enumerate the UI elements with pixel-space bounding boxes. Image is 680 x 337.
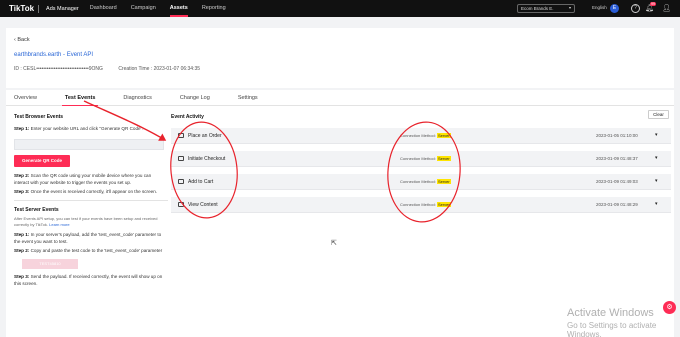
test-code-button[interactable]: TEST45810 <box>22 259 78 269</box>
back-label: Back <box>17 37 30 43</box>
main-card: Overview Test Events Diagnostics Change … <box>6 90 674 337</box>
tiktok-logo[interactable]: TikTok <box>9 4 34 13</box>
avatar[interactable]: E <box>610 4 619 13</box>
account-selector[interactable]: Ecom Brands E. ▾ <box>517 4 575 13</box>
server-step-2: Step 2: Copy and paste the test code to … <box>14 248 163 253</box>
event-name: View Content <box>188 202 218 208</box>
tab-change-log[interactable]: Change Log <box>180 90 210 105</box>
add-to-cart-icon <box>178 179 184 184</box>
logo-divider <box>38 4 40 13</box>
event-name: Add to Cart <box>188 179 214 185</box>
main-nav: Dashboard Campaign Assets Reporting <box>90 0 240 17</box>
view-content-icon <box>178 202 184 207</box>
event-time: 2023-01-09 01:48:29 <box>596 202 638 207</box>
tab-bar: Overview Test Events Diagnostics Change … <box>6 90 674 106</box>
server-events-title: Test Server Events <box>14 207 59 213</box>
website-url-input[interactable] <box>14 139 164 150</box>
event-row[interactable]: Place an Order Connection Method: Server… <box>171 128 671 144</box>
user-icon[interactable]: 👤︎ <box>662 4 671 13</box>
nav-campaign[interactable]: Campaign <box>131 0 156 17</box>
generate-qr-code-button[interactable]: Generate QR Code <box>14 155 70 167</box>
browser-events-title: Test Browser Events <box>14 114 64 120</box>
chevron-down-icon: ▾ <box>568 5 571 10</box>
tab-diagnostics[interactable]: Diagnostics <box>123 90 151 105</box>
help-icon[interactable]: ? <box>631 4 640 13</box>
nav-dashboard[interactable]: Dashboard <box>90 0 117 17</box>
server-step-3: Step 3: Send the payload. If received co… <box>14 274 163 286</box>
windows-watermark: Activate Windows Go to Settings to activ… <box>567 307 680 337</box>
event-name: Initiate Checkout <box>188 156 226 162</box>
connection-method: Connection Method: Server <box>400 179 451 184</box>
top-nav-bar: TikTok Ads Manager Dashboard Campaign As… <box>0 0 680 17</box>
support-chat-button[interactable]: ⚙︎ <box>663 301 676 314</box>
page-title: earthbrands.earth - Event API <box>14 52 94 58</box>
server-events-intro: After Events API setup, you can test if … <box>14 216 158 227</box>
event-name: Place an Order <box>188 133 222 139</box>
section-divider <box>14 200 168 201</box>
creation-time: Creation Time : 2023-01-07 06:34:35 <box>118 66 201 72</box>
event-row[interactable]: Initiate Checkout Connection Method: Ser… <box>171 151 671 167</box>
chevron-left-icon: ‹ <box>14 37 16 43</box>
chevron-down-icon[interactable]: ▾ <box>655 201 658 207</box>
event-row[interactable]: View Content Connection Method: Server 2… <box>171 197 671 213</box>
connection-method: Connection Method: Server <box>400 202 451 207</box>
connection-method: Connection Method: Server <box>400 133 451 138</box>
connection-method: Connection Method: Server <box>400 156 451 161</box>
event-activity-panel: Event Activity Clear Place an Order Conn… <box>171 110 671 213</box>
event-activity-title: Event Activity <box>171 114 204 120</box>
api-meta: ID : CESL••••••••••••••••••••••••••••••9… <box>14 66 214 72</box>
tab-test-events[interactable]: Test Events <box>61 90 99 106</box>
checkout-icon <box>178 156 184 161</box>
clear-button[interactable]: Clear <box>648 110 669 119</box>
notification-badge: 99 <box>650 2 656 6</box>
nav-reporting[interactable]: Reporting <box>202 0 226 17</box>
back-link[interactable]: ‹ Back <box>14 37 30 43</box>
watermark-subtitle: Go to Settings to activate Windows. <box>567 321 657 337</box>
api-id: ID : CESL••••••••••••••••••••••••••••••9… <box>14 66 103 72</box>
tab-overview[interactable]: Overview <box>14 90 37 105</box>
event-time: 2023-01-09 01:48:37 <box>596 156 638 161</box>
mouse-cursor: ⇱ <box>331 240 337 247</box>
server-step-1: Step 1: In your server's payload, add th… <box>14 232 162 244</box>
account-name: Ecom Brands E. <box>521 6 554 11</box>
chevron-down-icon[interactable]: ▾ <box>655 132 658 138</box>
event-time: 2023-01-05 01:10:00 <box>596 133 638 138</box>
chevron-down-icon[interactable]: ▾ <box>655 155 658 161</box>
browser-step-3: Step 3: Once the event is received corre… <box>14 189 158 194</box>
browser-step-1: Step 1: Enter your website URL and click… <box>14 126 144 131</box>
learn-more-link[interactable]: Learn more <box>49 222 69 227</box>
chevron-down-icon[interactable]: ▾ <box>655 178 658 184</box>
product-name: Ads Manager <box>46 5 79 12</box>
language-selector[interactable]: English <box>592 5 607 10</box>
cart-icon <box>178 133 184 138</box>
test-instructions-panel: Test Browser Events Step 1: Enter your w… <box>14 114 168 287</box>
event-row[interactable]: Add to Cart Connection Method: Server 20… <box>171 174 671 190</box>
tab-settings[interactable]: Settings <box>238 90 258 105</box>
nav-assets[interactable]: Assets <box>169 0 188 17</box>
api-header-card: ‹ Back earthbrands.earth - Event API ID … <box>6 28 674 88</box>
event-time: 2023-01-09 01:49:03 <box>596 179 638 184</box>
browser-step-2: Step 2: Scan the QR code using your mobi… <box>14 173 152 185</box>
